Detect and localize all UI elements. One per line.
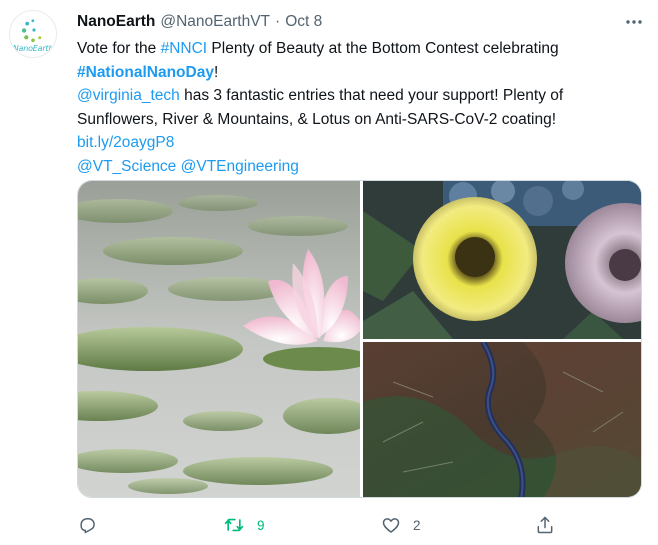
text-segment: Plenty of Beauty at the Bottom Contest c… (207, 40, 559, 57)
separator-dot: · (275, 13, 281, 30)
hashtag-nnci[interactable]: #NNCI (161, 40, 208, 57)
like-icon (382, 518, 400, 533)
mention-vt-engineering[interactable]: @VTEngineering (181, 158, 299, 175)
text-segment: has 3 fantastic entries that need your s… (179, 87, 564, 104)
share-icon (537, 516, 553, 534)
river-mountains-image[interactable] (363, 342, 641, 497)
tweet-line-3: @virginia_tech has 3 fantastic entries t… (77, 84, 642, 108)
tweet-date[interactable]: Oct 8 (285, 13, 322, 31)
sunflowers-image[interactable] (363, 181, 641, 339)
lotus-image[interactable] (78, 181, 360, 497)
reply-button[interactable] (77, 510, 109, 540)
more-icon[interactable] (620, 12, 648, 32)
author-handle[interactable]: @NanoEarthVT (160, 13, 270, 31)
author-name[interactable]: NanoEarth (77, 13, 155, 31)
retweet-icon (224, 518, 244, 532)
tweet-url-link[interactable]: bit.ly/2oaygP8 (77, 134, 174, 151)
tweet-text: Vote for the #NNCI Plenty of Beauty at t… (77, 37, 642, 178)
mention-virginia-tech[interactable]: @virginia_tech (77, 87, 180, 104)
like-count: 2 (413, 517, 421, 533)
tweet: NanoEarth NanoEarth @NanoEarthVT · Oct 8… (0, 0, 658, 545)
text-segment: ! (213, 63, 219, 81)
media-grid (77, 180, 642, 498)
share-button[interactable] (535, 510, 555, 540)
retweet-count: 9 (257, 517, 265, 533)
action-bar: 9 2 (77, 510, 642, 540)
tweet-line-2: #NationalNanoDay! (77, 61, 642, 85)
tweet-line-6: @VT_Science @VTEngineering (77, 155, 642, 179)
avatar[interactable]: NanoEarth (9, 10, 57, 58)
tweet-line-5: bit.ly/2oaygP8 (77, 131, 642, 155)
text-segment: Vote for the (77, 40, 161, 57)
hashtag-national-nano-day[interactable]: #NationalNanoDay (77, 64, 214, 81)
like-button[interactable]: 2 (381, 510, 421, 540)
retweet-button[interactable]: 9 (223, 510, 265, 540)
tweet-line-1: Vote for the #NNCI Plenty of Beauty at t… (77, 37, 642, 61)
tweet-header: NanoEarth @NanoEarthVT · Oct 8 (77, 12, 322, 32)
mention-vt-science[interactable]: @VT_Science (77, 158, 176, 175)
tweet-line-4: Sunflowers, River & Mountains, & Lotus o… (77, 110, 557, 128)
reply-icon (80, 518, 95, 534)
avatar-text: NanoEarth (12, 44, 54, 53)
